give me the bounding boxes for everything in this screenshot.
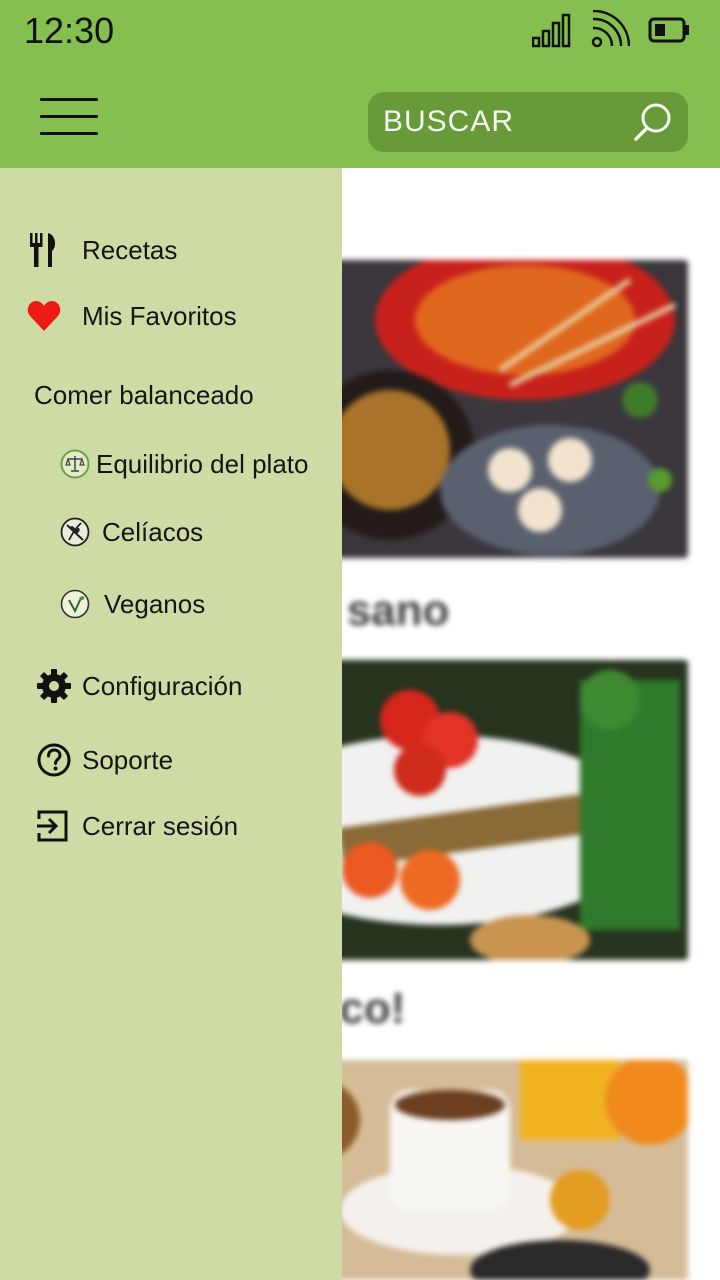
hamburger-line xyxy=(40,115,98,118)
menu-item-configuracion[interactable]: Configuración xyxy=(0,662,242,710)
menu-label-soporte: Soporte xyxy=(82,744,174,775)
signal-icon xyxy=(532,13,571,48)
menu-item-veganos[interactable]: Veganos xyxy=(0,580,205,628)
menu-label-equilibrio: Equilibrio del plato xyxy=(96,448,309,479)
menu-label-celiacos: Celíacos xyxy=(102,516,204,547)
menu-item-soporte[interactable]: Soporte xyxy=(0,736,173,784)
menu-label-cerrar-sesion: Cerrar sesión xyxy=(82,810,239,841)
app-bar: 12:30 BUSCAR xyxy=(0,0,720,168)
search-input[interactable]: BUSCAR xyxy=(383,105,632,139)
menu-item-favoritos[interactable]: Mis Favoritos xyxy=(0,292,237,340)
logout-icon xyxy=(35,809,69,843)
menu-item-equilibrio[interactable]: Equilibrio del plato xyxy=(0,440,308,488)
status-icons xyxy=(532,8,690,52)
menu-label-configuracion: Configuración xyxy=(82,670,243,701)
menu-label-veganos: Veganos xyxy=(104,588,206,619)
status-time: 12:30 xyxy=(24,10,115,51)
wifi-icon xyxy=(591,10,630,48)
section-title-comer-balanceado: Comer balanceado xyxy=(34,380,254,410)
gluten-free-icon xyxy=(59,516,91,548)
search-bar[interactable]: BUSCAR xyxy=(368,92,688,152)
battery-icon xyxy=(648,17,689,43)
scale-icon xyxy=(59,448,91,480)
hamburger-icon xyxy=(40,98,98,101)
menu-item-recetas[interactable]: Recetas xyxy=(0,226,177,274)
menu-button[interactable] xyxy=(40,98,100,138)
menu-label-recetas: Recetas xyxy=(82,234,178,265)
navigation-drawer: Recetas Mis Favoritos Comer balanceado E… xyxy=(0,168,342,1280)
heart-icon xyxy=(26,299,62,333)
fork-knife-icon xyxy=(28,233,58,267)
menu-item-cerrar-sesion[interactable]: Cerrar sesión xyxy=(0,802,238,850)
help-icon xyxy=(37,743,71,777)
search-icon[interactable] xyxy=(632,101,674,143)
menu-label-favoritos: Mis Favoritos xyxy=(82,300,237,331)
menu-item-celiacos[interactable]: Celíacos xyxy=(0,508,203,556)
hamburger-line xyxy=(40,132,98,135)
vegan-icon xyxy=(59,588,91,620)
gear-icon xyxy=(37,669,71,703)
